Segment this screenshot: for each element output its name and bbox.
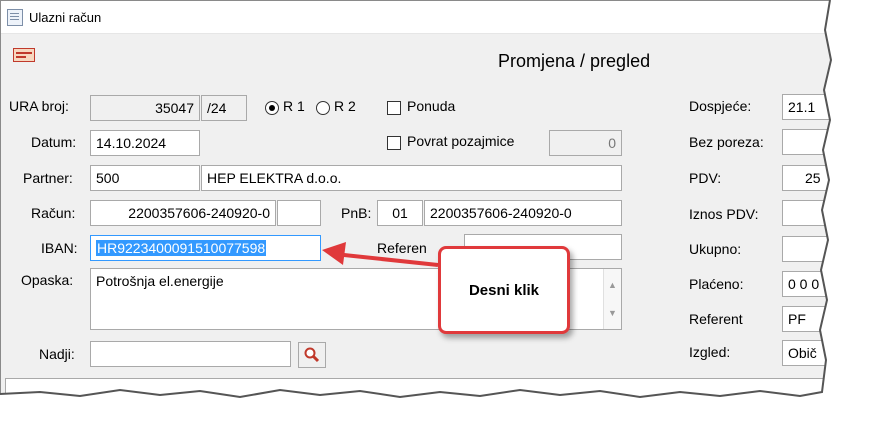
referent-label: Referent bbox=[689, 311, 743, 327]
partner-label: Partner: bbox=[23, 170, 73, 186]
opaska-text: Potrošnja el.energije bbox=[96, 273, 224, 289]
scroll-up-icon[interactable]: ▲ bbox=[608, 275, 617, 295]
povrat-checkbox[interactable] bbox=[387, 136, 401, 150]
datum-field[interactable]: 14.10.2024 bbox=[90, 130, 200, 156]
opaska-scrollbar[interactable]: ▲ ▼ bbox=[603, 269, 621, 329]
radio-r1[interactable] bbox=[265, 101, 279, 115]
radio-r2-label: R 2 bbox=[334, 98, 356, 114]
pdv-label: PDV: bbox=[689, 170, 722, 186]
iznos-pdv-label: Iznos PDV: bbox=[689, 206, 759, 222]
bottom-grid bbox=[5, 378, 835, 400]
racun-field[interactable]: 2200357606-240920-0 bbox=[90, 200, 276, 226]
referent-short-label: Referen bbox=[377, 240, 427, 256]
pnb-label: PnB: bbox=[341, 205, 372, 221]
datum-label: Datum: bbox=[31, 134, 77, 150]
window-title: Ulazni račun bbox=[29, 10, 102, 25]
ura-number-field[interactable]: 35047 bbox=[90, 95, 200, 121]
povrat-label: Povrat pozajmice bbox=[407, 133, 515, 149]
povrat-amount-field[interactable]: 0 bbox=[549, 130, 622, 156]
partner-code-field[interactable]: 500 bbox=[90, 165, 200, 191]
search-icon bbox=[304, 347, 320, 363]
placeno-field[interactable]: 0 0 0 bbox=[782, 271, 843, 297]
radio-r2[interactable] bbox=[316, 101, 330, 115]
ura-suffix-field[interactable]: /24 bbox=[201, 95, 247, 121]
dospijece-label: Dospjeće: bbox=[689, 98, 752, 114]
window-document-icon bbox=[7, 9, 23, 26]
nadji-field[interactable] bbox=[90, 341, 291, 367]
iban-field[interactable]: HR9223400091510077598 bbox=[90, 235, 321, 261]
ura-label: URA broj: bbox=[9, 98, 69, 114]
radio-r1-label: R 1 bbox=[283, 98, 305, 114]
callout-box: Desni klik bbox=[438, 246, 570, 334]
bez-poreza-label: Bez poreza: bbox=[689, 134, 764, 150]
ponuda-label: Ponuda bbox=[407, 98, 456, 114]
referent-field[interactable]: PF bbox=[782, 306, 843, 332]
racun-label: Račun: bbox=[31, 205, 76, 221]
bez-poreza-field[interactable] bbox=[782, 129, 843, 155]
form-area: Promjena / pregled URA broj: 35047 /24 R… bbox=[1, 34, 843, 401]
placeno-label: Plaćeno: bbox=[689, 276, 744, 292]
iban-selected-text: HR9223400091510077598 bbox=[96, 240, 267, 256]
mode-title: Promjena / pregled bbox=[498, 51, 651, 71]
invoice-window: Ulazni račun Promjena / pregled URA broj… bbox=[0, 0, 844, 402]
izgled-label: Izgled: bbox=[689, 344, 731, 360]
ukupno-label: Ukupno: bbox=[689, 241, 742, 257]
title-bar: Ulazni račun bbox=[1, 1, 843, 34]
card-icon[interactable] bbox=[13, 48, 35, 62]
iznos-pdv-field[interactable] bbox=[782, 200, 843, 226]
iban-label: IBAN: bbox=[41, 240, 78, 256]
dospijece-field[interactable]: 21.1 bbox=[782, 94, 843, 120]
callout-text: Desni klik bbox=[468, 282, 540, 299]
search-button[interactable] bbox=[298, 342, 326, 368]
scroll-down-icon[interactable]: ▼ bbox=[608, 303, 617, 323]
pnb-field[interactable]: 2200357606-240920-0 bbox=[424, 200, 622, 226]
ponuda-checkbox[interactable] bbox=[387, 101, 401, 115]
racun-extra-field[interactable] bbox=[277, 200, 321, 226]
pdv-field[interactable]: 25 bbox=[782, 165, 843, 191]
izgled-dropdown[interactable]: Obič bbox=[782, 340, 843, 366]
pnb-model-field[interactable]: 01 bbox=[377, 200, 423, 226]
opaska-label: Opaska: bbox=[21, 272, 74, 288]
nadji-label: Nadji: bbox=[39, 346, 75, 362]
ukupno-field[interactable] bbox=[782, 236, 843, 262]
partner-name-field[interactable]: HEP ELEKTRA d.o.o. bbox=[201, 165, 622, 191]
